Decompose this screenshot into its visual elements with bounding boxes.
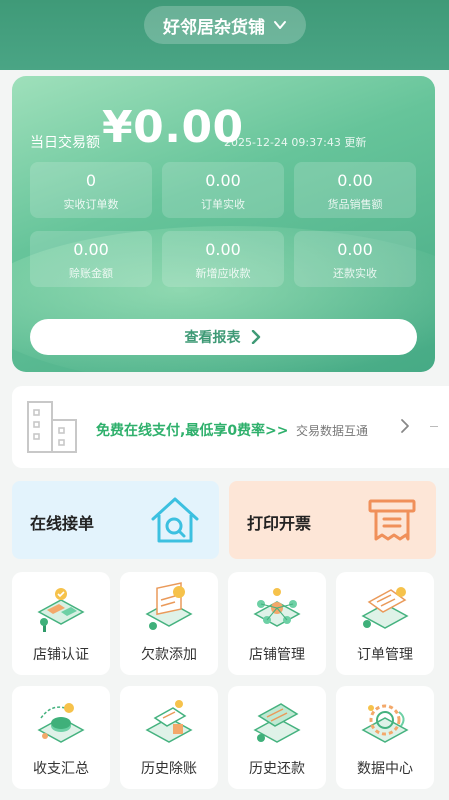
stat-value: 0.00 [73, 240, 109, 259]
stat-value: 0 [85, 171, 97, 190]
promo-main-text: 免费在线支付,最低享0费率>> [96, 423, 289, 439]
tile-history-repayment[interactable]: 历史还款 [228, 686, 326, 789]
view-report-label: 查看报表 [184, 330, 241, 346]
stat-value: 0.00 [205, 171, 241, 190]
tile-store-certification[interactable]: 店铺认证 [12, 572, 110, 675]
order-management-icon [361, 587, 409, 629]
stat-repayment-received[interactable]: 0.00 还款实收 [294, 231, 416, 287]
tile-label: 收支汇总 [33, 761, 89, 777]
debt-add-icon [145, 582, 193, 630]
tile-label: 历史除账 [141, 761, 197, 777]
tile-history-writeoff[interactable]: 历史除账 [120, 686, 218, 789]
tile-label: 欠款添加 [141, 647, 197, 663]
data-center-icon [361, 704, 409, 743]
stat-goods-sales[interactable]: 0.00 货品销售额 [294, 162, 416, 218]
history-repayment-icon [253, 703, 301, 743]
stat-new-receivables[interactable]: 0.00 新增应收款 [162, 231, 284, 287]
tile-label: 店铺认证 [33, 647, 89, 663]
promo-banner[interactable]: 免费在线支付,最低享0费率>> 交易数据互通 [12, 386, 449, 468]
tile-data-center[interactable]: 数据中心 [336, 686, 434, 789]
tile-store-management[interactable]: 店铺管理 [228, 572, 326, 675]
store-selector[interactable]: 好邻居杂货铺 [144, 6, 306, 44]
tile-income-expense-summary[interactable]: 收支汇总 [12, 686, 110, 789]
online-orders-card[interactable]: 在线接单 [12, 481, 219, 559]
history-writeoff-icon [145, 700, 193, 743]
print-invoice-label: 打印开票 [247, 514, 312, 533]
stat-credit-amount[interactable]: 0.00 赊账金额 [30, 231, 152, 287]
update-time: 2025-12-24 09:37:43 更新 [224, 136, 367, 149]
chevron-right-icon [401, 419, 409, 433]
store-name: 好邻居杂货铺 [163, 17, 265, 38]
stat-label: 实收订单数 [63, 198, 119, 211]
tile-label: 店铺管理 [249, 647, 305, 663]
stat-value: 0.00 [337, 240, 373, 259]
tile-order-management[interactable]: 订单管理 [336, 572, 434, 675]
tile-label: 数据中心 [357, 761, 413, 777]
tile-label: 订单管理 [357, 647, 413, 663]
view-report-button[interactable]: 查看报表 [30, 319, 417, 355]
stat-label: 赊账金额 [69, 267, 113, 280]
stat-label: 还款实收 [333, 267, 377, 280]
printer-icon [368, 499, 416, 541]
store-management-icon [253, 588, 301, 627]
stat-label: 订单实收 [201, 198, 245, 211]
tile-debt-add[interactable]: 欠款添加 [120, 572, 218, 675]
income-expense-icon [37, 703, 85, 743]
print-invoice-card[interactable]: 打印开票 [229, 481, 436, 559]
store-certification-icon [37, 588, 85, 632]
summary-card: 当日交易额 ¥0.00 2025-12-24 09:37:43 更新 0 实收订… [12, 76, 435, 372]
building-icon [27, 401, 77, 453]
house-search-icon [151, 497, 199, 543]
day-transaction-amount: ¥0.00 [102, 102, 244, 153]
stat-label: 新增应收款 [195, 267, 251, 280]
stat-value: 0.00 [337, 171, 373, 190]
promo-divider [430, 426, 438, 427]
promo-sub-text: 交易数据互通 [296, 424, 369, 438]
stat-received-orders[interactable]: 0 实收订单数 [30, 162, 152, 218]
tile-label: 历史还款 [249, 761, 305, 777]
stat-order-received[interactable]: 0.00 订单实收 [162, 162, 284, 218]
stat-value: 0.00 [205, 240, 241, 259]
stat-label: 货品销售额 [327, 198, 383, 211]
day-transaction-label: 当日交易额 [30, 135, 100, 151]
chevron-right-icon [251, 330, 260, 344]
top-bar: 好邻居杂货铺 [0, 0, 449, 70]
online-orders-label: 在线接单 [30, 514, 95, 533]
chevron-down-icon [274, 21, 286, 29]
